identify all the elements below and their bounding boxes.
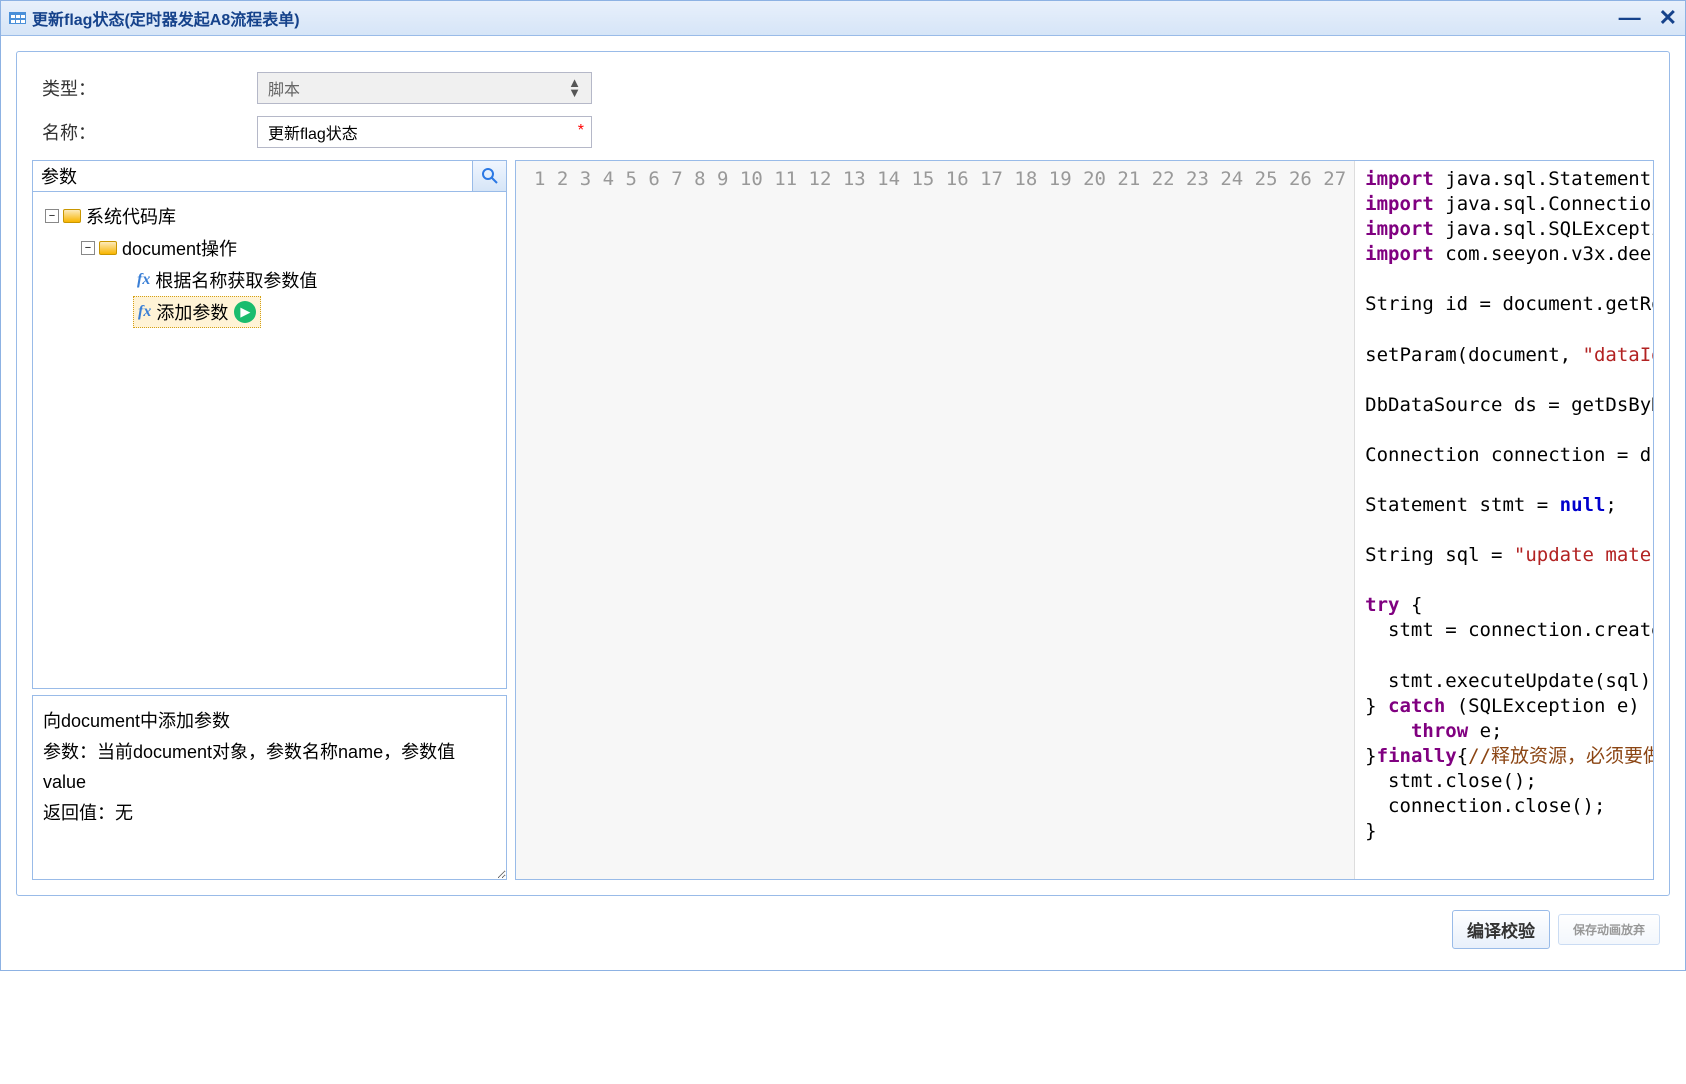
required-star-icon: *	[578, 122, 584, 140]
folder-icon	[63, 209, 81, 223]
tree-folder-document[interactable]: − document操作	[39, 232, 500, 264]
minimize-button[interactable]: —	[1619, 5, 1641, 31]
insert-arrow-icon[interactable]: ▶	[234, 301, 256, 323]
search-button[interactable]	[472, 161, 506, 191]
collapse-icon[interactable]: −	[45, 209, 59, 223]
description-box[interactable]: 向document中添加参数 参数：当前document对象，参数名称name，…	[32, 695, 507, 880]
param-search-input[interactable]	[33, 161, 472, 191]
fx-icon: fx	[138, 303, 151, 321]
search-icon	[480, 166, 500, 186]
name-input[interactable]	[257, 116, 592, 148]
line-gutter: 1 2 3 4 5 6 7 8 9 10 11 12 13 14 15 16 1…	[516, 161, 1355, 879]
window-title: 更新flag状态(定时器发起A8流程表单)	[32, 6, 300, 30]
titlebar: 更新flag状态(定时器发起A8流程表单) — ✕	[1, 1, 1685, 36]
dialog-window: 更新flag状态(定时器发起A8流程表单) — ✕ 类型： 脚本 ▲▼ 名称： …	[0, 0, 1686, 971]
tree-item-get-param[interactable]: fx 根据名称获取参数值	[39, 264, 500, 296]
type-label: 类型：	[32, 75, 257, 101]
grid-icon	[9, 12, 26, 24]
collapse-icon[interactable]: −	[81, 241, 95, 255]
inner-panel: 类型： 脚本 ▲▼ 名称： *	[16, 51, 1670, 896]
tree-label: 添加参数	[156, 299, 228, 325]
type-value: 脚本	[268, 76, 300, 100]
code-content[interactable]: import java.sql.Statement; import java.s…	[1355, 161, 1653, 879]
select-arrows-icon: ▲▼	[568, 78, 581, 99]
folder-icon	[99, 241, 117, 255]
fx-icon: fx	[137, 271, 150, 289]
close-button[interactable]: ✕	[1659, 5, 1677, 31]
compile-button[interactable]: 编译校验	[1452, 910, 1550, 949]
tree-root[interactable]: − 系统代码库	[39, 200, 500, 232]
name-label: 名称：	[32, 119, 257, 145]
code-editor[interactable]: 1 2 3 4 5 6 7 8 9 10 11 12 13 14 15 16 1…	[515, 160, 1654, 880]
tree-item-add-param[interactable]: fx 添加参数 ▶	[133, 296, 261, 328]
tree-label: 根据名称获取参数值	[155, 267, 317, 293]
save-button[interactable]: 保存动画放弃	[1558, 914, 1660, 945]
tree-label: document操作	[122, 235, 237, 261]
code-library-tree: − 系统代码库 − document操作 fx 根据名称获取参数值	[32, 192, 507, 689]
tree-label: 系统代码库	[86, 203, 176, 229]
type-select[interactable]: 脚本 ▲▼	[257, 72, 592, 104]
